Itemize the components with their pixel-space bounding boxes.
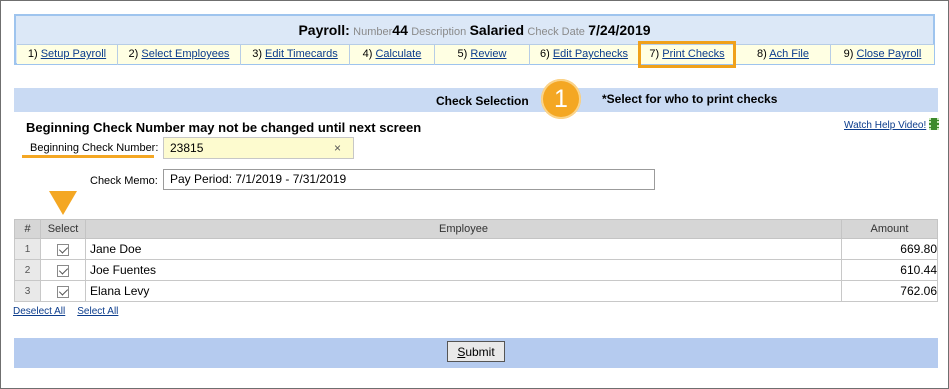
step-setup-payroll[interactable]: 1) Setup Payroll — [17, 45, 118, 65]
select-cell — [40, 280, 86, 302]
table-row: 1 Jane Doe 669.80 — [14, 238, 938, 260]
check-number-warning: Beginning Check Number may not be change… — [26, 120, 422, 135]
deselect-all-link[interactable]: Deselect All — [13, 306, 65, 317]
step-link[interactable]: Setup Payroll — [41, 48, 106, 60]
select-checkbox[interactable] — [57, 264, 69, 277]
select-all-link[interactable]: Select All — [77, 306, 118, 317]
step-link[interactable]: Select Employees — [141, 48, 229, 60]
pointer-arrow-icon — [49, 191, 77, 215]
step-print-checks[interactable]: 7) Print Checks — [638, 41, 736, 68]
payroll-title: Payroll: Number44 Description Salaried C… — [16, 22, 933, 38]
step-link[interactable]: Print Checks — [662, 48, 724, 60]
row-index: 3 — [14, 280, 41, 302]
watch-help-video-link[interactable]: Watch Help Video! — [844, 118, 940, 131]
annotation-note: *Select for who to print checks — [602, 92, 778, 106]
amount: 669.80 — [841, 238, 938, 260]
table-row: 3 Elana Levy 762.06 — [14, 280, 938, 302]
check-memo-label: Check Memo: — [90, 175, 158, 187]
column-index: # — [14, 219, 41, 239]
select-cell — [40, 259, 86, 281]
check-date-label: Check Date — [527, 26, 585, 38]
check-date: 7/24/2019 — [588, 22, 651, 38]
table-row: 2 Joe Fuentes 610.44 — [14, 259, 938, 281]
step-link[interactable]: Edit Timecards — [265, 48, 338, 60]
employee-name: Elana Levy — [85, 280, 842, 302]
clear-icon[interactable]: × — [334, 141, 341, 155]
number-label: Number — [353, 26, 393, 38]
wizard-steps: 1) Setup Payroll 2) Select Employees 3) … — [17, 41, 934, 68]
check-number-label: Beginning Check Number: — [30, 142, 159, 154]
highlight-underline — [22, 155, 154, 158]
step-select-employees[interactable]: 2) Select Employees — [118, 45, 241, 65]
payroll-header: Payroll: Number44 Description Salaried C… — [14, 14, 935, 68]
payroll-description: Salaried — [469, 22, 525, 38]
employee-name: Joe Fuentes — [85, 259, 842, 281]
row-index: 1 — [14, 238, 41, 260]
column-employee[interactable]: Employee — [85, 219, 842, 239]
check-number-input[interactable]: 23815 — [163, 137, 354, 159]
step-link[interactable]: Review — [470, 48, 506, 60]
check-memo-input[interactable]: Pay Period: 7/1/2019 - 7/31/2019 — [163, 169, 655, 190]
section-title: Check Selection — [436, 94, 529, 108]
employee-name: Jane Doe — [85, 238, 842, 260]
payroll-label: Payroll: — [298, 22, 350, 38]
submit-button[interactable]: Submit — [447, 341, 505, 362]
film-icon — [929, 118, 940, 130]
step-calculate[interactable]: 4) Calculate — [350, 45, 435, 65]
step-review[interactable]: 5) Review — [435, 45, 530, 65]
step-link[interactable]: Edit Paychecks — [553, 48, 628, 60]
step-edit-timecards[interactable]: 3) Edit Timecards — [241, 45, 350, 65]
step-close-payroll[interactable]: 9) Close Payroll — [831, 45, 934, 65]
description-label: Description — [411, 26, 467, 38]
step-ach-file[interactable]: 8) Ach File — [736, 45, 831, 65]
step-link[interactable]: Calculate — [375, 48, 421, 60]
select-checkbox[interactable] — [57, 285, 69, 298]
column-amount[interactable]: Amount — [841, 219, 938, 239]
select-cell — [40, 238, 86, 260]
amount: 762.06 — [841, 280, 938, 302]
payroll-number: 44 — [392, 22, 408, 38]
select-checkbox[interactable] — [57, 243, 69, 256]
step-link[interactable]: Ach File — [769, 48, 809, 60]
row-index: 2 — [14, 259, 41, 281]
employee-table: # Select Employee Amount 1 Jane Doe 669.… — [14, 219, 938, 302]
check-selection-bar: Check Selection — [14, 88, 938, 112]
step-badge: 1 — [541, 79, 581, 119]
amount: 610.44 — [841, 259, 938, 281]
column-select[interactable]: Select — [40, 219, 86, 239]
selection-links: Deselect All Select All — [13, 306, 130, 317]
table-header-row: # Select Employee Amount — [14, 219, 938, 239]
step-edit-paychecks[interactable]: 6) Edit Paychecks — [530, 45, 639, 65]
step-link[interactable]: Close Payroll — [857, 48, 922, 60]
